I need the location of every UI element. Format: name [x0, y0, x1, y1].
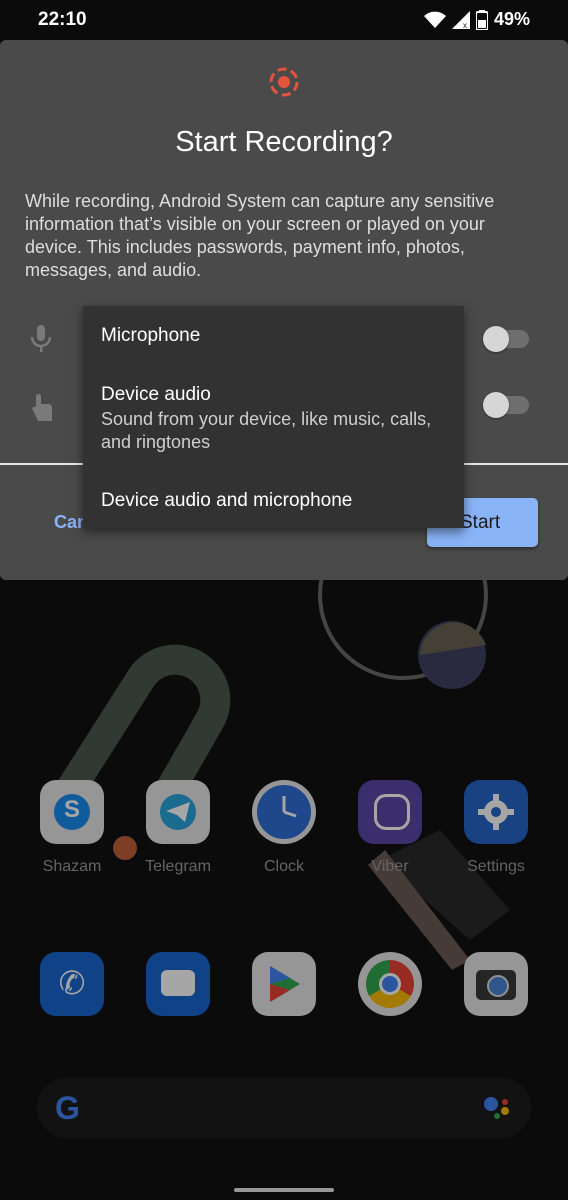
svg-text:x: x	[463, 21, 467, 29]
show-touches-toggle[interactable]	[483, 392, 529, 418]
dialog-title: Start Recording?	[175, 126, 393, 158]
dialog-body: While recording, Android System can capt…	[25, 191, 495, 280]
microphone-toggle[interactable]	[483, 326, 529, 352]
dropdown-item-description: Sound from your device, like music, call…	[101, 409, 432, 452]
status-time: 22:10	[38, 9, 87, 30]
dropdown-item-label: Device audio	[101, 384, 211, 405]
cellular-signal-icon: x	[451, 10, 470, 29]
dropdown-item-microphone[interactable]: Microphone	[101, 325, 200, 347]
battery-percentage: 49%	[493, 9, 530, 29]
status-bar: 22:10 x 49%	[0, 0, 568, 40]
dropdown-item-device-audio[interactable]: Device audio Sound from your device, lik…	[101, 384, 441, 454]
screen-record-icon	[269, 67, 299, 97]
touch-icon	[32, 394, 52, 421]
dropdown-item-label: Device audio and microphone	[101, 490, 353, 511]
battery-icon	[475, 9, 488, 30]
start-button-label: Start	[460, 512, 501, 533]
dropdown-item-device-audio-and-microphone[interactable]: Device audio and microphone	[101, 490, 352, 512]
wifi-icon	[423, 11, 446, 28]
dropdown-item-label: Microphone	[101, 325, 201, 346]
status-icons: x 49%	[423, 9, 530, 30]
microphone-icon	[30, 325, 52, 352]
audio-source-dropdown: Microphone Device audio Sound from your …	[83, 306, 464, 528]
